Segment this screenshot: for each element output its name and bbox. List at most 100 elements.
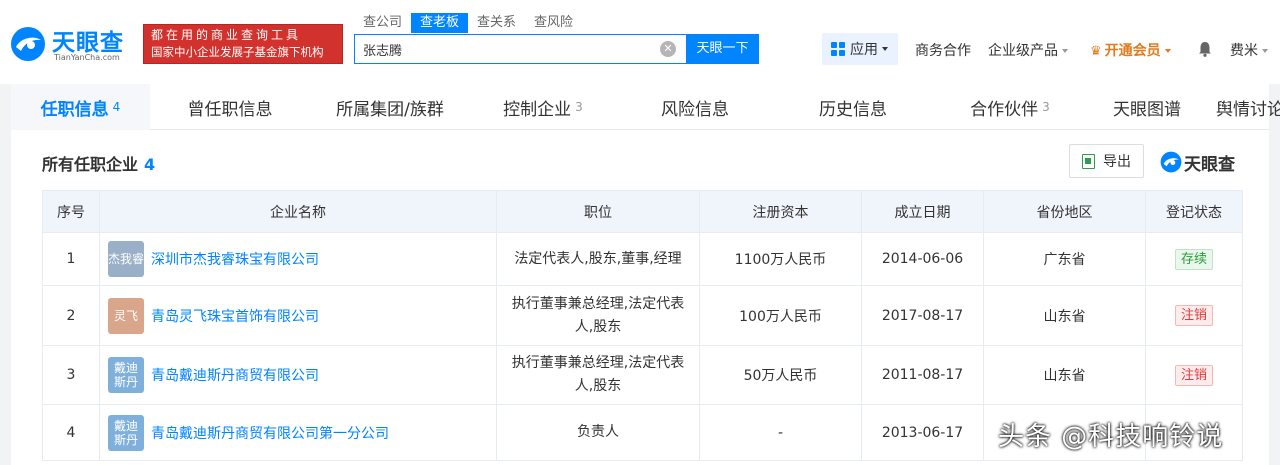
tab-count: 4	[112, 100, 121, 114]
nav-vip-membership[interactable]: ♛ 开通会员	[1090, 40, 1171, 60]
search-button[interactable]: 天眼一下	[686, 34, 759, 64]
search-box: ✕	[354, 34, 687, 64]
cell-date: 2013-06-17	[861, 404, 984, 461]
export-label: 导出	[1103, 154, 1131, 170]
nav-enterprise-products[interactable]: 企业级产品	[988, 40, 1068, 60]
tab-group-affiliation[interactable]: 所属集团/族群	[310, 84, 470, 130]
company-link[interactable]: 深圳市杰我睿珠宝有限公司	[151, 249, 319, 269]
status-badge: 存续	[1174, 248, 1213, 270]
cell-no: 1	[42, 232, 100, 286]
promo-line1: 都在用的商业查询工具	[151, 28, 302, 42]
tab-label: 历史信息	[819, 99, 887, 120]
search-tab-boss[interactable]: 查老板	[411, 13, 469, 33]
brand-watermark: 天眼查	[1160, 150, 1242, 175]
company-logo[interactable]: 戴迪斯丹	[108, 414, 144, 451]
positions-panel: 所有任职企业 4 导出 天眼查 序号 企业名称 职位 注册资本 成立日期 省份地区…	[11, 130, 1269, 465]
tab-history-info[interactable]: 历史信息	[774, 84, 932, 130]
logo-domain: TianYanCha.com	[54, 53, 120, 62]
tab-label: 风险信息	[661, 99, 729, 120]
company-link[interactable]: 青岛戴迪斯丹商贸有限公司第一分公司	[151, 423, 389, 443]
col-header-capital: 注册资本	[699, 190, 862, 233]
tab-label: 任职信息	[40, 99, 109, 120]
apps-label: 应用	[850, 42, 878, 58]
company-link[interactable]: 青岛灵飞珠宝首饰有限公司	[151, 306, 319, 326]
tab-risk-info[interactable]: 风险信息	[616, 84, 774, 130]
col-header-no: 序号	[42, 190, 100, 233]
source-watermark: 头条 @科技响铃说	[998, 422, 1224, 452]
company-logo[interactable]: 杰我睿	[108, 241, 144, 277]
chevron-down-icon	[1262, 49, 1268, 53]
table-row: 2 灵飞 青岛灵飞珠宝首饰有限公司 执行董事兼总经理,法定代表人,股东 100万人…	[42, 285, 1243, 346]
tab-label: 合作伙伴	[970, 99, 1039, 120]
tab-label: 曾任职信息	[187, 99, 273, 120]
bell-icon[interactable]	[1196, 40, 1214, 58]
section-title: 所有任职企业 4	[42, 151, 155, 175]
table-row: 3 戴迪斯丹 青岛戴迪斯丹商贸有限公司 执行董事兼总经理,法定代表人,股东 50万…	[42, 345, 1243, 405]
tab-graph[interactable]: 天眼图谱	[1088, 84, 1206, 130]
brand-text: 天眼查	[1184, 155, 1235, 175]
section-count: 4	[144, 155, 156, 174]
chevron-down-icon	[882, 47, 888, 51]
promo-line2: 国家中小企业发展子基金旗下机构	[151, 45, 324, 59]
cell-date: 2017-08-17	[861, 285, 984, 346]
col-header-status: 登记状态	[1145, 190, 1243, 233]
eye-logo-icon	[11, 27, 45, 61]
cell-region: 山东省	[983, 285, 1146, 346]
search-tab-company[interactable]: 查公司	[354, 13, 411, 33]
cell-position: 负责人	[496, 404, 700, 461]
search-tab-risk[interactable]: 查风险	[525, 13, 582, 33]
company-link[interactable]: 青岛戴迪斯丹商贸有限公司	[151, 365, 319, 385]
company-logo[interactable]: 戴迪斯丹	[108, 357, 144, 393]
nav-business-cooperation[interactable]: 商务合作	[915, 40, 971, 60]
cell-no: 4	[42, 404, 100, 461]
cell-region: 山东省	[983, 345, 1146, 405]
status-badge: 注销	[1174, 364, 1213, 386]
search-input[interactable]	[355, 35, 645, 63]
tab-label: 控制企业	[503, 99, 572, 120]
nav-vip-label: 开通会员	[1104, 43, 1161, 59]
cell-region: 广东省	[983, 232, 1146, 286]
table-row: 1 杰我睿 深圳市杰我睿珠宝有限公司 法定代表人,股东,董事,经理 1100万人民…	[42, 232, 1243, 286]
apps-grid-icon	[831, 42, 845, 56]
crown-icon: ♛	[1090, 44, 1102, 59]
clear-icon[interactable]: ✕	[660, 41, 676, 57]
tab-count: 3	[1042, 100, 1050, 114]
col-header-position: 职位	[496, 190, 700, 233]
tab-label: 舆情讨论	[1216, 99, 1280, 120]
col-header-date: 成立日期	[861, 190, 984, 233]
cell-capital: 1100万人民币	[699, 232, 862, 286]
tab-partners[interactable]: 合作伙伴 3	[932, 84, 1088, 130]
top-header: 天眼查 TianYanCha.com 都在用的商业查询工具 国家中小企业发展子基…	[0, 0, 1280, 84]
eye-logo-icon	[1160, 151, 1182, 173]
status-badge: 注销	[1174, 305, 1213, 326]
nav-enterprise-label: 企业级产品	[988, 43, 1058, 59]
tab-current-positions[interactable]: 任职信息 4	[11, 84, 150, 130]
tab-count: 3	[575, 100, 583, 114]
user-name: 费米	[1230, 43, 1258, 59]
tab-controlled-companies[interactable]: 控制企业 3	[470, 84, 616, 130]
search-tab-relation[interactable]: 查关系	[468, 13, 525, 33]
cell-no: 2	[42, 285, 100, 346]
cell-capital: 50万人民币	[699, 345, 862, 405]
company-logo[interactable]: 灵飞	[108, 297, 144, 334]
excel-icon	[1082, 153, 1095, 169]
table-header-row: 序号 企业名称 职位 注册资本 成立日期 省份地区 登记状态	[42, 190, 1243, 233]
tab-public-opinion[interactable]: 舆情讨论3	[1206, 84, 1280, 130]
apps-menu-button[interactable]: 应用	[822, 33, 898, 65]
section-title-text: 所有任职企业	[42, 155, 139, 174]
logo-text: 天眼查	[52, 30, 124, 56]
cell-position: 执行董事兼总经理,法定代表人,股东	[496, 285, 700, 346]
user-menu[interactable]: 费米	[1230, 40, 1268, 60]
tab-label: 天眼图谱	[1113, 99, 1181, 120]
col-header-company: 企业名称	[99, 190, 497, 233]
tab-label: 所属集团/族群	[336, 99, 444, 120]
cell-date: 2011-08-17	[861, 345, 984, 405]
export-button[interactable]: 导出	[1069, 144, 1144, 178]
tianyancha-logo[interactable]: 天眼查 TianYanCha.com	[10, 22, 138, 68]
promo-banner[interactable]: 都在用的商业查询工具 国家中小企业发展子基金旗下机构	[143, 24, 343, 64]
tab-former-positions[interactable]: 曾任职信息	[150, 84, 310, 130]
cell-no: 3	[42, 345, 100, 405]
cell-capital: 100万人民币	[699, 285, 862, 346]
cell-position: 执行董事兼总经理,法定代表人,股东	[496, 345, 700, 405]
person-info-tabs: 任职信息 4 曾任职信息 所属集团/族群 控制企业 3 风险信息 历史信息 合作伙伴…	[11, 84, 1280, 130]
